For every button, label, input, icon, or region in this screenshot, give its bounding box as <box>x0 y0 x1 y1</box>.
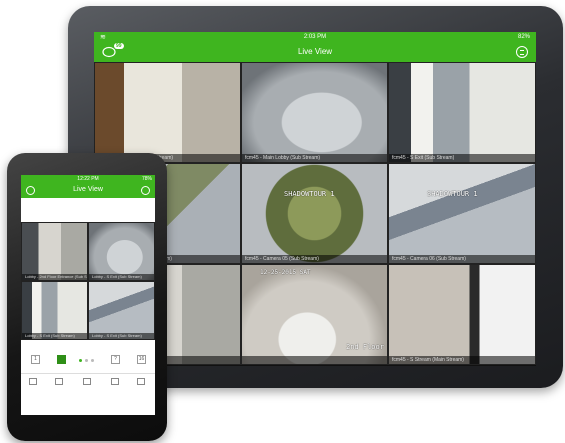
camera-label: fcm45 - Camera 05 (Sub Stream) <box>242 255 387 263</box>
menu-icon[interactable] <box>141 186 150 195</box>
layout-9-button[interactable]: ? <box>111 355 120 364</box>
phone-status-time: 12:22 PM <box>77 176 99 182</box>
playback-icon[interactable] <box>111 378 119 385</box>
camera-tile[interactable]: fcm45 - S Stream (Main Stream) <box>388 264 536 365</box>
menu-icon[interactable] <box>516 46 528 58</box>
camera-label: fcm45 - Main Lobby (Sub Stream) <box>242 154 387 162</box>
camera-tile[interactable]: SHADOWTOUR 1 fcm45 - Camera 06 (Sub Stre… <box>388 163 536 264</box>
phone-nav-bar: Live View <box>21 184 155 198</box>
phone-battery: 78% <box>141 176 152 182</box>
ptz-icon[interactable] <box>83 378 91 385</box>
camera-tile[interactable]: Lobby - S Exit (Sub Stream) <box>21 281 88 340</box>
phone-status-bar: 12:22 PM 78% <box>21 175 155 184</box>
page-title: Live View <box>73 186 103 193</box>
camera-tile[interactable]: SHADOWTOUR 1 fcm45 - Camera 05 (Sub Stre… <box>241 163 388 264</box>
camera-overlay-text: SHADOWTOUR 1 <box>427 190 478 198</box>
camera-label: Lobby - S Exit (Sub Stream) <box>22 333 87 339</box>
layout-16-button[interactable]: 16 <box>137 355 146 364</box>
phone-toolbar <box>21 373 155 388</box>
snapshot-icon[interactable] <box>29 378 37 385</box>
page-title: Live View <box>297 47 333 56</box>
fisheye-icon[interactable] <box>137 378 145 385</box>
camera-label: Lobby - S Exit (Sub Stream) <box>89 333 154 339</box>
camera-tile[interactable]: 12-25-2015 SAT 2nd Floor En <box>241 264 388 365</box>
record-icon[interactable] <box>55 378 63 385</box>
page-dot <box>85 359 88 362</box>
phone-screen: 12:22 PM 78% Live View Lobby - 2nd Floor… <box>21 175 155 415</box>
camera-label: Lobby - S Exit (Sub Stream) <box>89 274 154 280</box>
camera-overlay-text: 2nd Floor En <box>346 343 387 351</box>
tablet-nav-bar: 99 Live View <box>94 43 536 62</box>
page-dot <box>91 359 94 362</box>
camera-tile[interactable]: Lobby - S Exit (Sub Stream) <box>88 281 155 340</box>
camera-label: fcm45 - S Exit (Sub Stream) <box>389 154 535 162</box>
camera-tile[interactable]: fcm45 - S Exit (Sub Stream) <box>388 62 536 163</box>
phone-device: 12:22 PM 78% Live View Lobby - 2nd Floor… <box>7 153 167 441</box>
tablet-status-bar: ≋ 2:03 PM 82% <box>94 32 536 44</box>
tablet-status-time: 2:03 PM <box>303 34 327 40</box>
camera-tile[interactable]: Lobby - S Exit (Sub Stream) <box>88 222 155 281</box>
camera-label: fcm45 - S Stream (Main Stream) <box>389 356 535 364</box>
layout-1-button[interactable]: 1 <box>31 355 40 364</box>
camera-overlay-text: SHADOWTOUR 1 <box>284 190 335 198</box>
camera-tile[interactable]: fcm45 - Main Lobby (Sub Stream) <box>94 62 241 163</box>
camera-tile[interactable]: Lobby - 2nd Floor Entrance (Sub Stream) <box>21 222 88 281</box>
camera-timestamp: 12-25-2015 SAT <box>260 269 311 276</box>
camera-tile[interactable]: fcm45 - Main Lobby (Sub Stream) <box>241 62 388 163</box>
camera-label <box>242 356 387 364</box>
camera-label: Lobby - 2nd Floor Entrance (Sub Stream) <box>22 274 87 280</box>
phone-camera-grid: Lobby - 2nd Floor Entrance (Sub Stream) … <box>21 222 155 340</box>
tablet-battery: 82% <box>517 34 530 40</box>
camera-label: fcm45 - Camera 06 (Sub Stream) <box>389 255 535 263</box>
layout-4-button[interactable] <box>57 355 66 364</box>
phone-layout-selector: 1 ? 16 <box>21 354 155 366</box>
page-dot <box>79 359 82 362</box>
